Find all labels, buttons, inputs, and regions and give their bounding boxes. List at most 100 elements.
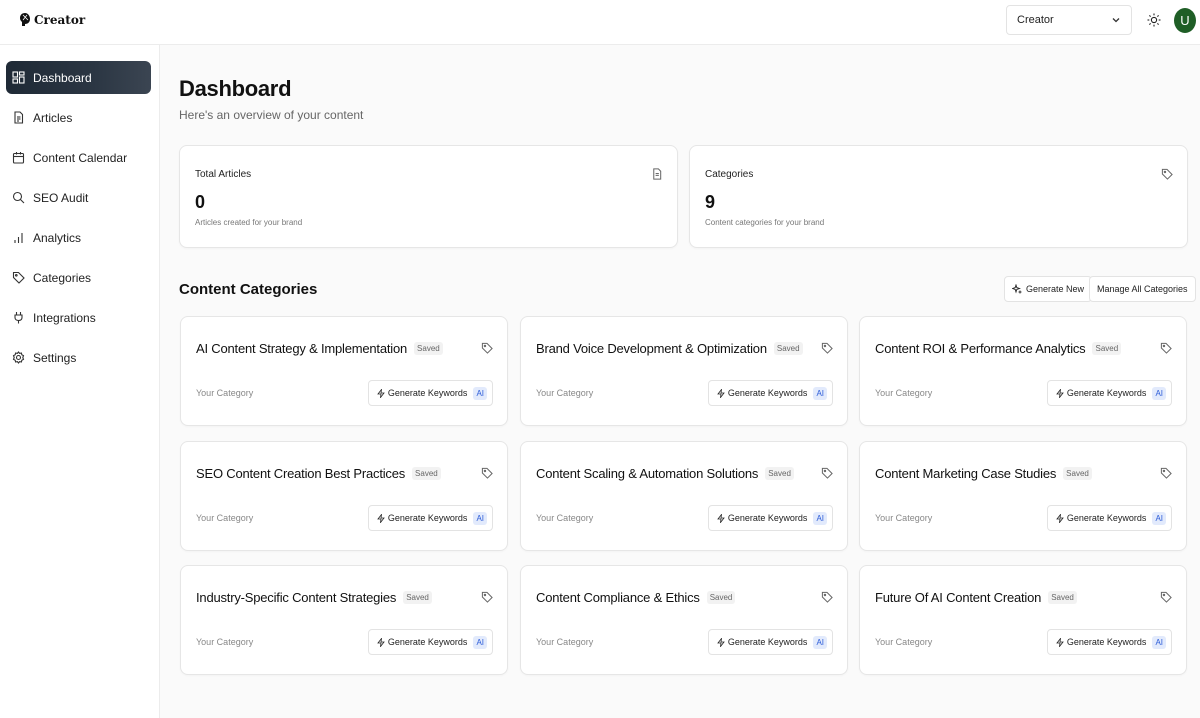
sidebar-item-dashboard[interactable]: Dashboard xyxy=(6,61,151,94)
category-subtitle: Your Category xyxy=(875,513,933,523)
category-subtitle: Your Category xyxy=(536,637,594,647)
file-text-icon xyxy=(14,111,24,124)
generate-keywords-button[interactable]: Generate Keywords AI xyxy=(707,505,833,531)
category-card-2[interactable]: Brand Voice Development & Optimization S… xyxy=(520,316,848,426)
sidebar-item-articles[interactable]: Articles xyxy=(6,101,151,134)
category-title: AI Content Strategy & Implementation xyxy=(196,341,408,356)
ai-badge: AI xyxy=(473,635,487,649)
saved-badge: Saved xyxy=(403,591,432,604)
sparkles-icon xyxy=(1012,284,1022,294)
generate-keywords-button[interactable]: Generate Keywords AI xyxy=(707,380,833,406)
theme-toggle-button[interactable] xyxy=(1144,10,1164,30)
category-card-5[interactable]: Content Scaling & Automation Solutions S… xyxy=(520,441,848,551)
sidebar-item-label: Articles xyxy=(33,110,73,125)
saved-badge: Saved xyxy=(412,467,441,480)
stat-description: Content categories for your brand xyxy=(705,218,825,227)
generate-keywords-button[interactable]: Generate Keywords AI xyxy=(1046,380,1172,406)
category-title-row: SEO Content Creation Best Practices Save… xyxy=(196,466,441,481)
ai-badge: AI xyxy=(813,511,827,525)
category-title-row: Content Scaling & Automation Solutions S… xyxy=(536,466,794,481)
zap-icon xyxy=(1056,388,1064,398)
generate-new-button[interactable]: Generate New xyxy=(1004,276,1093,302)
role-select[interactable]: Creator xyxy=(1006,5,1132,35)
app-logo[interactable]: Creator xyxy=(19,12,85,27)
zap-icon xyxy=(717,637,725,647)
tag-icon xyxy=(481,467,493,479)
category-title: Content Marketing Case Studies xyxy=(875,466,1057,481)
zap-icon xyxy=(377,637,385,647)
tag-icon xyxy=(821,342,833,354)
category-card-6[interactable]: Content Marketing Case Studies Saved You… xyxy=(859,441,1187,551)
category-subtitle: Your Category xyxy=(196,388,254,398)
category-card-8[interactable]: Content Compliance & Ethics Saved Your C… xyxy=(520,565,848,675)
sidebar-item-settings[interactable]: Settings xyxy=(6,341,151,374)
zap-icon xyxy=(1056,637,1064,647)
category-subtitle: Your Category xyxy=(536,388,594,398)
category-card-4[interactable]: SEO Content Creation Best Practices Save… xyxy=(180,441,508,551)
stat-description: Articles created for your brand xyxy=(195,218,303,227)
sun-icon xyxy=(1147,13,1161,27)
sidebar-item-label: Dashboard xyxy=(33,70,92,85)
stat-label: Categories xyxy=(705,169,754,180)
sidebar: Dashboard Articles Content Calendar SEO … xyxy=(0,45,160,718)
sidebar-item-content-calendar[interactable]: Content Calendar xyxy=(6,141,151,174)
tag-icon xyxy=(821,591,833,603)
category-title-row: Future Of AI Content Creation Saved xyxy=(875,590,1077,605)
ai-badge: AI xyxy=(813,635,827,649)
sidebar-item-seo-audit[interactable]: SEO Audit xyxy=(6,181,151,214)
stat-label: Total Articles xyxy=(195,169,252,180)
category-subtitle: Your Category xyxy=(196,513,254,523)
category-title: Industry-Specific Content Strategies xyxy=(196,590,397,605)
manage-all-categories-button[interactable]: Manage All Categories xyxy=(1089,276,1196,302)
zap-icon xyxy=(717,513,725,523)
page-subtitle: Here's an overview of your content xyxy=(179,108,364,122)
category-title: Brand Voice Development & Optimization xyxy=(536,341,767,356)
tag-icon xyxy=(1161,168,1173,180)
saved-badge: Saved xyxy=(414,342,443,355)
sidebar-item-label: Content Calendar xyxy=(33,150,128,165)
saved-badge: Saved xyxy=(1063,467,1092,480)
generate-keywords-label: Generate Keywords xyxy=(1066,388,1147,398)
section-title: Content Categories xyxy=(179,281,318,298)
calendar-icon xyxy=(12,152,25,164)
logo-text: Creator xyxy=(34,12,86,27)
zap-icon xyxy=(377,513,385,523)
category-title-row: Industry-Specific Content Strategies Sav… xyxy=(196,590,432,605)
sidebar-item-label: Integrations xyxy=(33,310,96,325)
sidebar-item-analytics[interactable]: Analytics xyxy=(6,221,151,254)
category-card-3[interactable]: Content ROI & Performance Analytics Save… xyxy=(859,316,1187,426)
category-title: Content Scaling & Automation Solutions xyxy=(536,466,759,481)
generate-keywords-button[interactable]: Generate Keywords AI xyxy=(707,629,833,655)
category-card-1[interactable]: AI Content Strategy & Implementation Sav… xyxy=(180,316,508,426)
category-subtitle: Your Category xyxy=(536,513,594,523)
top-bar: Creator Creator U xyxy=(0,0,1200,45)
ai-badge: AI xyxy=(1152,511,1166,525)
user-avatar[interactable]: U xyxy=(1174,8,1196,33)
file-text-icon xyxy=(653,168,662,180)
category-title-row: Brand Voice Development & Optimization S… xyxy=(536,341,803,356)
generate-keywords-button[interactable]: Generate Keywords AI xyxy=(367,505,493,531)
generate-keywords-label: Generate Keywords xyxy=(387,513,468,523)
generate-keywords-label: Generate Keywords xyxy=(387,637,468,647)
sidebar-item-label: Analytics xyxy=(33,230,82,245)
generate-keywords-button[interactable]: Generate Keywords AI xyxy=(1046,629,1172,655)
category-card-9[interactable]: Future Of AI Content Creation Saved Your… xyxy=(859,565,1187,675)
generate-keywords-button[interactable]: Generate Keywords AI xyxy=(367,380,493,406)
tag-icon xyxy=(1160,591,1172,603)
generate-keywords-button[interactable]: Generate Keywords AI xyxy=(367,629,493,655)
chevron-down-icon xyxy=(1112,18,1120,23)
category-card-7[interactable]: Industry-Specific Content Strategies Sav… xyxy=(180,565,508,675)
dashboard-icon xyxy=(12,71,25,84)
sidebar-item-integrations[interactable]: Integrations xyxy=(6,301,151,334)
ai-badge: AI xyxy=(473,511,487,525)
generate-keywords-button[interactable]: Generate Keywords AI xyxy=(1046,505,1172,531)
manage-all-label: Manage All Categories xyxy=(1097,284,1188,294)
tag-icon xyxy=(1160,342,1172,354)
zap-icon xyxy=(377,388,385,398)
category-subtitle: Your Category xyxy=(196,637,254,647)
category-title-row: Content Compliance & Ethics Saved xyxy=(536,590,736,605)
stat-value: 0 xyxy=(195,192,206,212)
sidebar-item-categories[interactable]: Categories xyxy=(6,261,151,294)
zap-icon xyxy=(717,388,725,398)
category-title-row: Content ROI & Performance Analytics Save… xyxy=(875,341,1122,356)
